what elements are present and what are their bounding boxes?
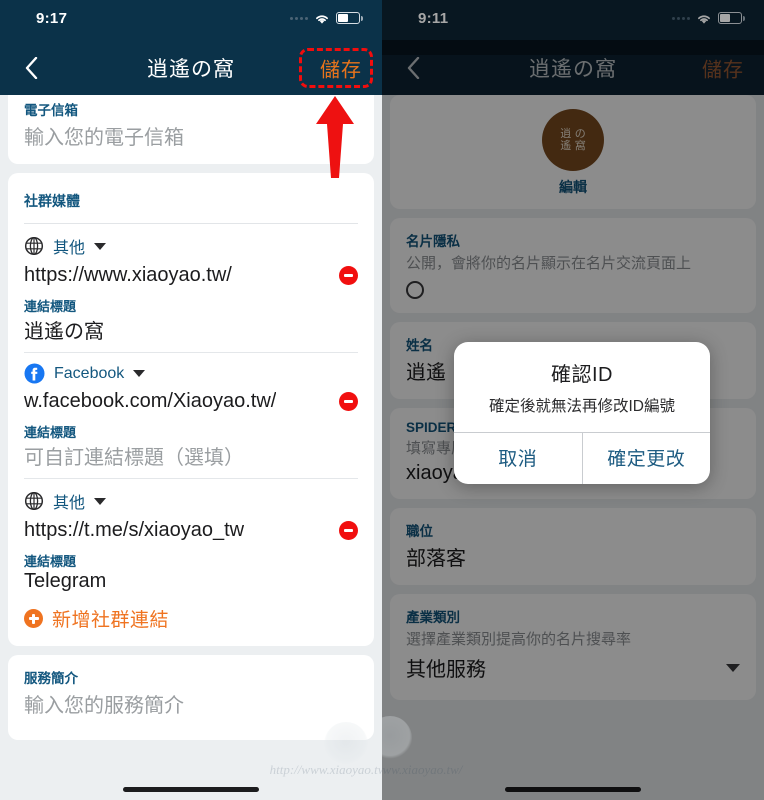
status-time: 9:17 — [36, 10, 68, 27]
field-underline — [24, 352, 358, 353]
email-input[interactable]: 輸入您的電子信箱 — [24, 121, 358, 150]
plus-circle-icon — [24, 609, 43, 628]
platform-selector[interactable]: Facebook — [24, 363, 358, 384]
home-indicator — [123, 787, 259, 792]
social-link-item: Facebook w.facebook.com/Xiaoyao.tw/ 連結標題… — [24, 363, 358, 479]
social-media-card: 社群媒體 其他 https://www.xiaoyao.tw/ 連結標題 逍遙の… — [8, 173, 374, 646]
battery-icon — [336, 12, 363, 24]
section-divider — [24, 223, 358, 224]
globe-icon — [24, 491, 44, 511]
social-link-item: 其他 https://www.xiaoyao.tw/ 連結標題 逍遙の窩 — [24, 234, 358, 353]
page-title: 逍遙の窩 — [147, 57, 235, 81]
add-social-link-label: 新增社群連結 — [52, 610, 170, 631]
wifi-icon — [314, 12, 330, 24]
minus-circle-icon[interactable] — [339, 266, 358, 285]
platform-selector[interactable]: 其他 — [24, 489, 358, 513]
link-title-label: 連結標題 — [24, 425, 77, 440]
link-title-label: 連結標題 — [24, 299, 77, 314]
link-title-input[interactable]: 可自訂連結標題（選填） — [24, 441, 358, 470]
social-section-title: 社群媒體 — [24, 193, 80, 209]
left-nav-bar: 逍遙の窩 儲存 — [0, 40, 382, 95]
email-label: 電子信箱 — [24, 103, 78, 118]
dialog-title: 確認ID — [551, 364, 613, 386]
globe-icon — [24, 236, 44, 256]
url-row[interactable]: w.facebook.com/Xiaoyao.tw/ — [24, 390, 358, 413]
cancel-button[interactable]: 取消 — [454, 433, 582, 484]
link-title-input[interactable]: Telegram — [24, 570, 358, 593]
platform-name: 其他 — [53, 495, 86, 512]
chevron-left-icon — [25, 56, 37, 79]
minus-circle-icon[interactable] — [339, 521, 358, 540]
chevron-down-icon — [94, 497, 107, 505]
platform-selector[interactable]: 其他 — [24, 234, 358, 258]
dialog-actions: 取消 確定更改 — [454, 432, 710, 484]
url-row[interactable]: https://www.xiaoyao.tw/ — [24, 264, 358, 287]
url-row[interactable]: https://t.me/s/xiaoyao_tw — [24, 519, 358, 542]
service-intro-card[interactable]: 服務簡介 輸入您的服務簡介 — [8, 655, 374, 740]
chevron-down-icon — [94, 242, 107, 250]
confirm-button[interactable]: 確定更改 — [581, 433, 711, 484]
red-up-arrow-icon — [313, 96, 357, 178]
right-phone-panel: 9:11 逍遙の窩 儲存 逍 の 遙 窩 編輯 名片隱私 公開，會將你的名片顯示… — [382, 0, 764, 800]
left-phone-panel: 9:17 逍遙の窩 儲存 電子信箱 輸入您的電子信箱 社群媒體 其他 https… — [0, 0, 382, 800]
save-button[interactable]: 儲存 — [320, 53, 362, 82]
url-input[interactable]: w.facebook.com/Xiaoyao.tw/ — [24, 390, 276, 413]
service-intro-input[interactable]: 輸入您的服務簡介 — [24, 689, 358, 718]
minus-circle-icon[interactable] — [339, 392, 358, 411]
status-indicators — [290, 12, 363, 24]
left-status-bar: 9:17 — [0, 0, 382, 40]
chevron-down-icon — [133, 370, 146, 377]
service-intro-label: 服務簡介 — [24, 671, 78, 686]
link-title-label: 連結標題 — [24, 554, 77, 569]
facebook-icon — [24, 363, 45, 384]
url-input[interactable]: https://t.me/s/xiaoyao_tw — [24, 519, 244, 542]
left-scroll-body[interactable]: 電子信箱 輸入您的電子信箱 社群媒體 其他 https://www.xiaoya… — [0, 95, 382, 800]
social-link-item: 其他 https://t.me/s/xiaoyao_tw 連結標題 Telegr… — [24, 489, 358, 593]
link-title-input[interactable]: 逍遙の窩 — [24, 315, 358, 344]
dialog-message: 確定後就無法再修改ID編號 — [488, 398, 675, 415]
platform-name: Facebook — [54, 364, 125, 382]
add-social-link-button[interactable]: 新增社群連結 — [24, 605, 358, 632]
url-input[interactable]: https://www.xiaoyao.tw/ — [24, 264, 232, 287]
screenshot-stage: 9:17 逍遙の窩 儲存 電子信箱 輸入您的電子信箱 社群媒體 其他 https… — [0, 0, 764, 800]
back-button[interactable] — [16, 53, 46, 83]
field-underline — [24, 478, 358, 479]
dialog-body: 確認ID 確定後就無法再修改ID編號 — [454, 342, 710, 432]
platform-name: 其他 — [53, 240, 86, 257]
signal-dots-icon — [290, 16, 308, 20]
confirm-id-dialog: 確認ID 確定後就無法再修改ID編號 取消 確定更改 — [454, 342, 710, 484]
